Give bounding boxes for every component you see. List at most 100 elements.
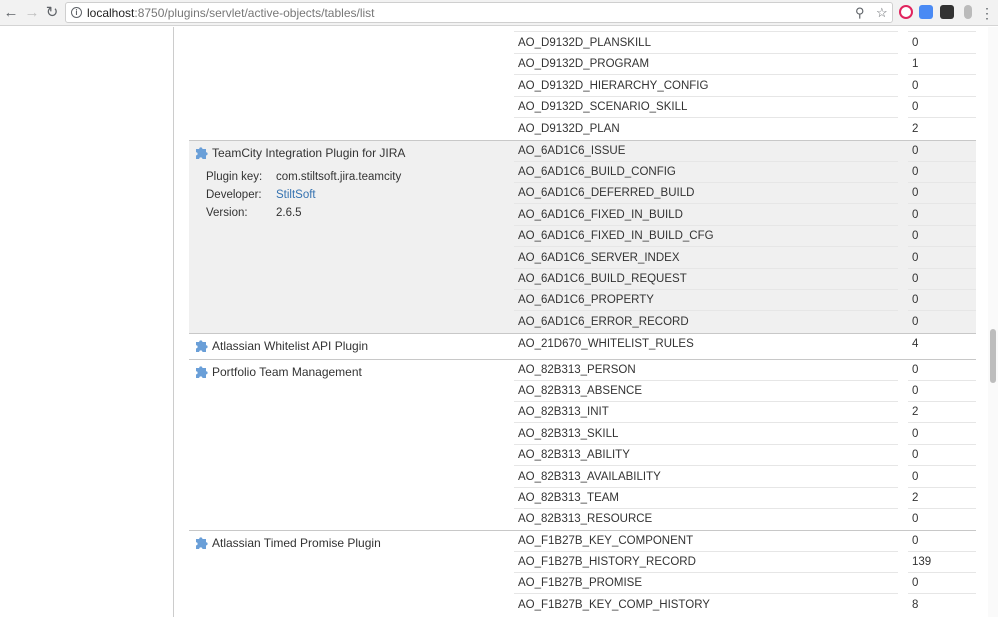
- puzzle-piece-icon: [196, 340, 208, 352]
- plugin-key-label: Plugin key:: [206, 171, 263, 183]
- table-row: AO_F1B27B_KEY_COMP_HISTORY 8: [514, 595, 976, 616]
- version-value: 2.6.5: [276, 207, 302, 219]
- row-count: 0: [912, 428, 919, 440]
- table-name: AO_F1B27B_KEY_COMPONENT: [518, 535, 694, 547]
- table-name: AO_D9132D_PROGRAM: [518, 58, 650, 70]
- table-name: AO_82B313_INIT: [518, 406, 609, 418]
- table-row: AO_F1B27B_KEY_COMPONENT 0: [514, 531, 976, 552]
- row-count: 0: [912, 166, 919, 178]
- table-name: AO_6AD1C6_BUILD_CONFIG: [518, 166, 676, 178]
- table-row-partial: [514, 27, 976, 32]
- table-name: AO_6AD1C6_PROPERTY: [518, 294, 654, 306]
- row-count: 0: [912, 449, 919, 461]
- table-row: AO_6AD1C6_DEFERRED_BUILD 0: [514, 183, 976, 204]
- plugin-group-teamcity: TeamCity Integration Plugin for JIRA Plu…: [189, 140, 976, 333]
- opera-extension-icon[interactable]: [899, 5, 913, 19]
- row-count: 0: [912, 316, 919, 328]
- reload-icon[interactable]: ↻: [43, 4, 61, 22]
- table-name: AO_82B313_ABSENCE: [518, 385, 643, 397]
- row-count: 0: [912, 273, 919, 285]
- table-name: AO_6AD1C6_DEFERRED_BUILD: [518, 187, 695, 199]
- table-row: AO_D9132D_SCENARIO_SKILL 0: [514, 97, 976, 118]
- row-count: 0: [912, 535, 919, 547]
- table-row: AO_6AD1C6_BUILD_CONFIG 0: [514, 162, 976, 183]
- table-name: AO_6AD1C6_SERVER_INDEX: [518, 252, 680, 264]
- plugin-group-whitelist: Atlassian Whitelist API Plugin AO_21D670…: [189, 333, 976, 359]
- row-count: 0: [912, 294, 919, 306]
- plugin-name: Portfolio Team Management: [212, 365, 362, 379]
- address-bar[interactable]: i localhost:8750/plugins/servlet/active-…: [65, 2, 893, 23]
- row-count: 0: [912, 471, 919, 483]
- plugin-key-value: com.stiltsoft.jira.teamcity: [276, 171, 402, 183]
- row-count: 0: [912, 513, 919, 525]
- extension-icon[interactable]: [940, 5, 954, 19]
- table-row: AO_D9132D_PROGRAM 1: [514, 54, 976, 75]
- browser-toolbar: ← → ↻ i localhost:8750/plugins/servlet/a…: [0, 0, 998, 26]
- table-name: AO_6AD1C6_ERROR_RECORD: [518, 316, 689, 328]
- table-row: AO_D9132D_PLAN 2: [514, 119, 976, 140]
- table-row: AO_82B313_RESOURCE 0: [514, 509, 976, 530]
- row-count: 2: [912, 406, 919, 418]
- table-name: AO_6AD1C6_BUILD_REQUEST: [518, 273, 687, 285]
- table-row: AO_82B313_AVAILABILITY 0: [514, 467, 976, 488]
- puzzle-piece-icon: [196, 366, 208, 378]
- table-row: AO_6AD1C6_PROPERTY 0: [514, 290, 976, 311]
- back-arrow-icon[interactable]: ←: [2, 4, 20, 22]
- row-count: 0: [912, 364, 919, 376]
- star-icon[interactable]: ☆: [876, 4, 888, 22]
- table-row: AO_82B313_PERSON 0: [514, 360, 976, 381]
- table-name: AO_D9132D_PLAN: [518, 123, 620, 135]
- plugin-group-portfolio-team: Portfolio Team Management AO_82B313_PERS…: [189, 359, 976, 530]
- row-count: 0: [912, 209, 919, 221]
- row-count: 0: [912, 187, 919, 199]
- scrollbar-thumb[interactable]: [990, 329, 996, 383]
- table-row: AO_6AD1C6_ERROR_RECORD 0: [514, 312, 976, 333]
- row-count: 8: [912, 599, 919, 611]
- table-row: AO_F1B27B_HISTORY_RECORD 139: [514, 552, 976, 573]
- key-icon[interactable]: ⚲: [855, 4, 865, 22]
- table-row: AO_82B313_ABSENCE 0: [514, 381, 976, 402]
- table-row: AO_82B313_SKILL 0: [514, 424, 976, 445]
- puzzle-piece-icon: [196, 537, 208, 549]
- table-name: AO_82B313_ABILITY: [518, 449, 630, 461]
- row-count: 1: [912, 58, 919, 70]
- sidebar-divider: [173, 27, 174, 617]
- row-count: 0: [912, 145, 919, 157]
- table-name: AO_D9132D_PLANSKILL: [518, 37, 651, 49]
- table-name: AO_D9132D_HIERARCHY_CONFIG: [518, 80, 709, 92]
- table-row: AO_6AD1C6_SERVER_INDEX 0: [514, 248, 976, 269]
- table-name: AO_F1B27B_HISTORY_RECORD: [518, 556, 696, 568]
- table-name: AO_82B313_RESOURCE: [518, 513, 653, 525]
- plugin-group-timed-promise: Atlassian Timed Promise Plugin AO_F1B27B…: [189, 530, 976, 617]
- table-row: AO_6AD1C6_FIXED_IN_BUILD_CFG 0: [514, 226, 976, 247]
- table-name: AO_D9132D_SCENARIO_SKILL: [518, 101, 688, 113]
- pin-extension-icon[interactable]: [964, 5, 972, 19]
- table-row: AO_21D670_WHITELIST_RULES 4: [514, 334, 976, 355]
- table-row: AO_82B313_TEAM 2: [514, 488, 976, 509]
- row-count: 0: [912, 230, 919, 242]
- table-name: AO_82B313_SKILL: [518, 428, 619, 440]
- table-name: AO_82B313_AVAILABILITY: [518, 471, 661, 483]
- puzzle-piece-icon: [196, 147, 208, 159]
- url-host: localhost: [87, 6, 135, 20]
- row-count: 0: [912, 37, 919, 49]
- developer-link[interactable]: StiltSoft: [276, 188, 316, 202]
- menu-dots-icon[interactable]: ⋮: [978, 4, 996, 22]
- table-name: AO_82B313_TEAM: [518, 492, 620, 504]
- info-icon[interactable]: i: [71, 7, 82, 18]
- plugin-name: TeamCity Integration Plugin for JIRA: [212, 146, 406, 160]
- table-name: AO_F1B27B_PROMISE: [518, 577, 642, 589]
- url-text[interactable]: localhost:8750/plugins/servlet/active-ob…: [87, 5, 375, 21]
- developer-label: Developer:: [206, 189, 262, 201]
- row-count: 4: [912, 338, 919, 350]
- plugin-name: Atlassian Timed Promise Plugin: [212, 536, 381, 550]
- vertical-scrollbar[interactable]: [988, 27, 998, 617]
- table-row: AO_F1B27B_PROMISE 0: [514, 573, 976, 594]
- table-name: AO_6AD1C6_ISSUE: [518, 145, 626, 157]
- translate-extension-icon[interactable]: [919, 5, 933, 19]
- table-row: AO_82B313_INIT 2: [514, 402, 976, 423]
- table-row: AO_82B313_ABILITY 0: [514, 445, 976, 466]
- row-count: 0: [912, 252, 919, 264]
- forward-arrow-icon[interactable]: →: [23, 4, 41, 22]
- table-name: AO_F1B27B_KEY_COMP_HISTORY: [518, 599, 710, 611]
